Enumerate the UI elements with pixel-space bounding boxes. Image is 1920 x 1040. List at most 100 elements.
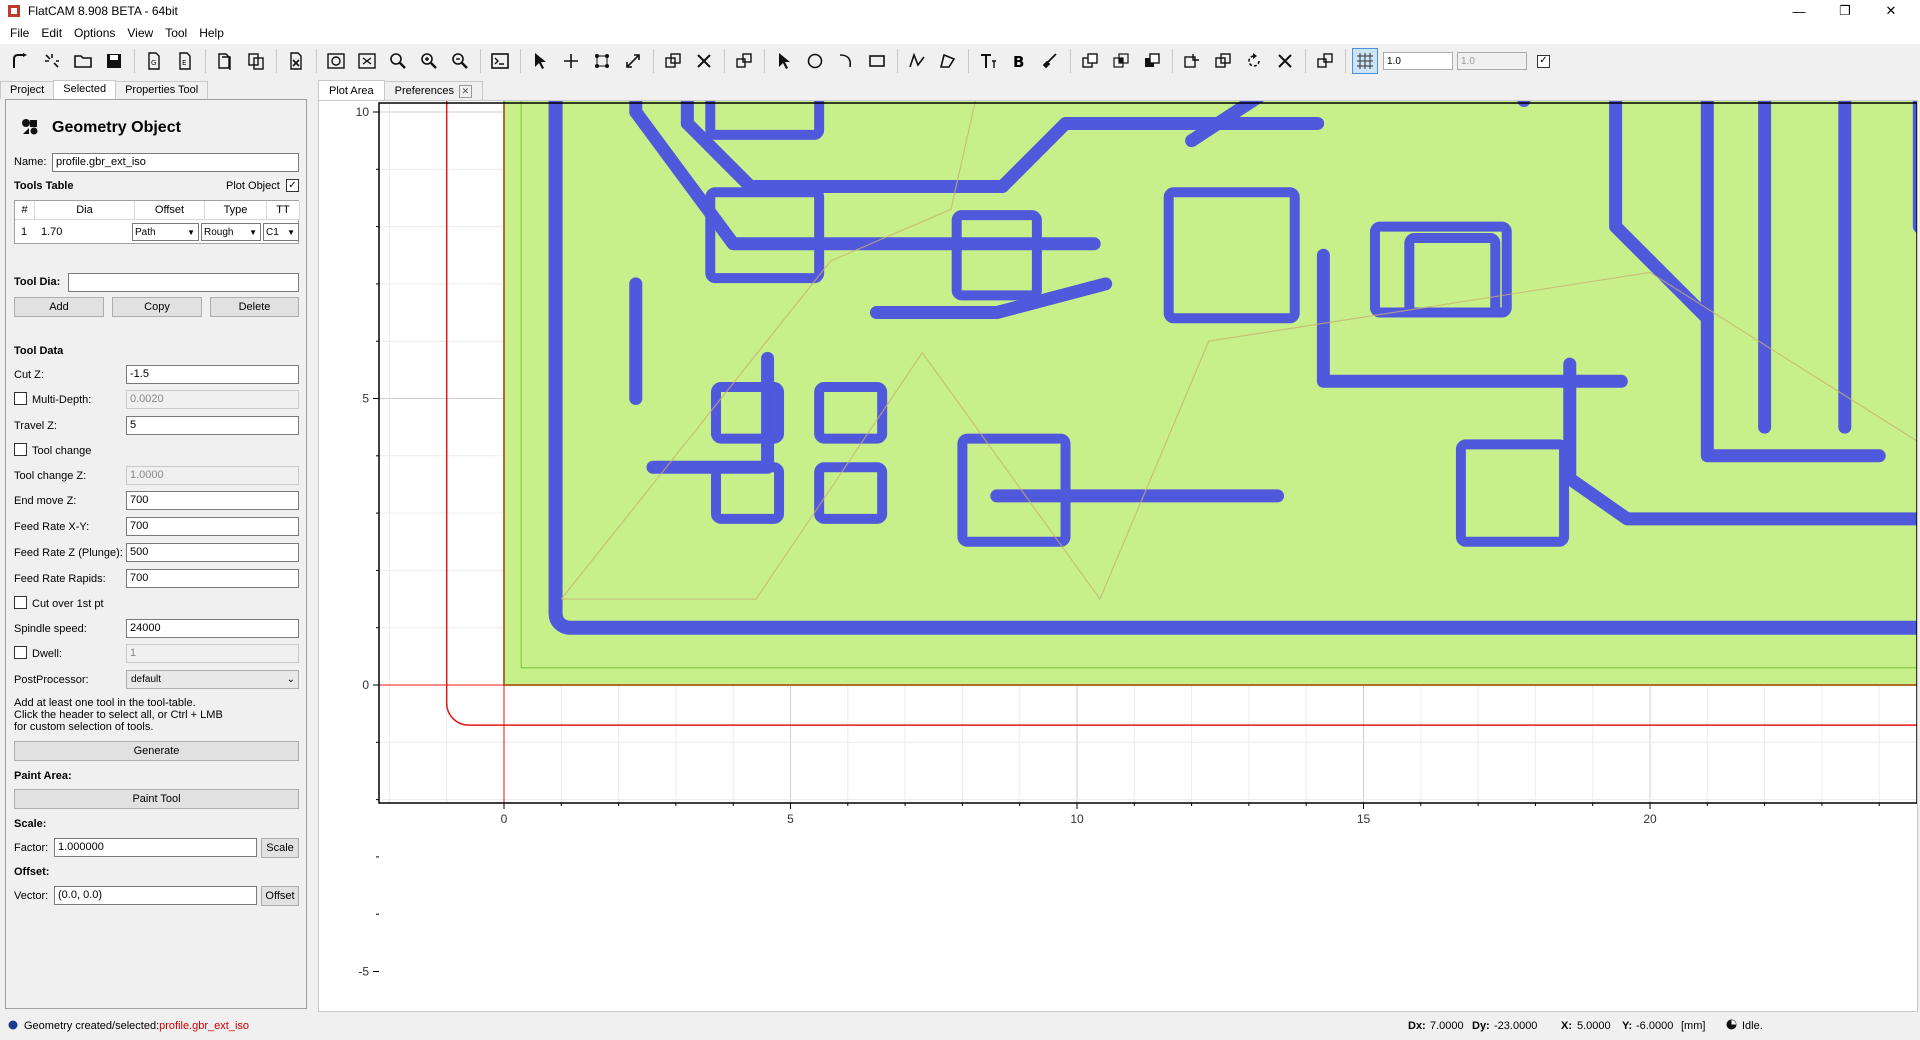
minimize-button[interactable]: —: [1776, 0, 1822, 22]
spindle-input[interactable]: 24000: [126, 619, 299, 638]
resize-icon[interactable]: [620, 48, 646, 74]
clear-plot-icon[interactable]: [354, 48, 380, 74]
plot-svg[interactable]: 051015202530354045 2520151050-5: [319, 101, 1917, 1011]
new-excellon-doc-icon[interactable]: E: [172, 48, 198, 74]
select-geo-icon[interactable]: [771, 48, 797, 74]
tool-dia-input[interactable]: [68, 273, 299, 292]
plot-object-checkbox[interactable]: ✓: [286, 179, 299, 192]
tab-selected[interactable]: Selected: [53, 80, 117, 99]
multi-depth-checkbox[interactable]: [14, 392, 27, 405]
add-tool-button[interactable]: Add: [14, 297, 104, 317]
cut-z-input[interactable]: -1.5: [126, 365, 299, 384]
feed-xy-input[interactable]: 700: [126, 517, 299, 536]
svg-text:G: G: [151, 59, 156, 67]
union-icon[interactable]: [1077, 48, 1103, 74]
cut-over-checkbox[interactable]: [14, 596, 27, 609]
menu-options[interactable]: Options: [68, 26, 121, 40]
offset-select[interactable]: Path ▼: [132, 223, 199, 241]
open-gerber-icon[interactable]: [8, 48, 34, 74]
zoom-in-icon[interactable]: [416, 48, 442, 74]
tab-plot-area[interactable]: Plot Area: [318, 80, 385, 100]
move-geo-icon[interactable]: [1312, 48, 1338, 74]
col-offset[interactable]: Offset: [135, 201, 205, 220]
plot-canvas[interactable]: 051015202530354045 2520151050-5: [318, 100, 1918, 1012]
save-icon[interactable]: [101, 48, 127, 74]
close-tab-icon[interactable]: ✕: [458, 84, 472, 98]
scale-button[interactable]: Scale: [261, 838, 299, 858]
grid-x-input[interactable]: [1383, 52, 1453, 70]
open-folder-icon[interactable]: [70, 48, 96, 74]
new-geometry-icon[interactable]: [39, 48, 65, 74]
rectangle-icon[interactable]: [864, 48, 890, 74]
path-icon[interactable]: [904, 48, 930, 74]
tab-preferences[interactable]: Preferences ✕: [383, 81, 483, 100]
circle-icon[interactable]: [802, 48, 828, 74]
move-drill-icon[interactable]: [731, 48, 757, 74]
travel-z-input[interactable]: 5: [126, 416, 299, 435]
type-select[interactable]: Rough ▼: [201, 223, 261, 241]
tab-properties-tool[interactable]: Properties Tool: [115, 81, 209, 99]
tool-change-label: Tool change: [32, 445, 92, 457]
delete-tool-button[interactable]: Delete: [210, 297, 299, 317]
col-dia[interactable]: Dia: [35, 201, 135, 220]
feed-z-input[interactable]: 500: [126, 543, 299, 562]
tab-project[interactable]: Project: [0, 81, 55, 99]
duplicate-icon[interactable]: [243, 48, 269, 74]
array-icon[interactable]: [589, 48, 615, 74]
generate-button[interactable]: Generate: [14, 741, 299, 761]
feed-rapid-input[interactable]: 700: [126, 569, 299, 588]
arc-icon[interactable]: [833, 48, 859, 74]
maximize-button[interactable]: ❐: [1822, 0, 1868, 22]
offset-button[interactable]: Offset: [261, 886, 299, 906]
intersection-icon[interactable]: [1108, 48, 1134, 74]
buffer-icon[interactable]: B: [1006, 48, 1032, 74]
text-icon[interactable]: [975, 48, 1001, 74]
copy-drill-icon[interactable]: [660, 48, 686, 74]
paint-icon[interactable]: [1037, 48, 1063, 74]
delete-object-icon[interactable]: [283, 48, 309, 74]
col-num[interactable]: #: [15, 201, 35, 220]
zoom-out-icon[interactable]: [447, 48, 473, 74]
copy-object-icon[interactable]: [212, 48, 238, 74]
end-move-z-input[interactable]: 700: [126, 491, 299, 510]
grid-lock-checkbox[interactable]: ✓: [1537, 54, 1550, 68]
replot-icon[interactable]: [323, 48, 349, 74]
tool-change-z-input[interactable]: 1.0000: [126, 466, 299, 485]
paint-tool-button[interactable]: Paint Tool: [14, 789, 299, 809]
tt-select[interactable]: C1 ▼: [263, 223, 299, 241]
snap-grid-icon[interactable]: [1352, 48, 1378, 74]
select-arrow-icon[interactable]: [527, 48, 553, 74]
menu-view[interactable]: View: [121, 26, 159, 40]
shell-icon[interactable]: [487, 48, 513, 74]
zoom-fit-icon[interactable]: [385, 48, 411, 74]
add-point-icon[interactable]: [558, 48, 584, 74]
delete-geo-icon[interactable]: [1272, 48, 1298, 74]
factor-input[interactable]: 1.000000: [54, 838, 257, 857]
subtraction-icon[interactable]: [1139, 48, 1165, 74]
menu-help[interactable]: Help: [193, 26, 230, 40]
dwell-checkbox[interactable]: [14, 646, 27, 659]
tool-change-checkbox[interactable]: [14, 443, 27, 456]
tools-table[interactable]: # Dia Offset Type TT 1 1.70 Path ▼ Rough ▼…: [14, 200, 300, 244]
menu-file[interactable]: File: [4, 26, 35, 40]
copy-tool-button[interactable]: Copy: [112, 297, 202, 317]
object-name-input[interactable]: profile.gbr_ext_iso: [52, 153, 299, 172]
close-window-button[interactable]: ✕: [1868, 0, 1914, 22]
delete-drill-icon[interactable]: [691, 48, 717, 74]
row-dia[interactable]: 1.70: [41, 221, 62, 243]
y-label: Y:: [1622, 1020, 1633, 1032]
postprocessor-select[interactable]: default ⌄: [126, 670, 299, 689]
col-tt[interactable]: TT: [267, 201, 300, 220]
dwell-input[interactable]: 1: [126, 644, 299, 663]
copy-geo-icon[interactable]: [1210, 48, 1236, 74]
col-type[interactable]: Type: [205, 201, 267, 220]
cut-icon[interactable]: [1179, 48, 1205, 74]
rotate-icon[interactable]: [1241, 48, 1267, 74]
grid-y-input[interactable]: [1457, 52, 1527, 70]
menu-tool[interactable]: Tool: [159, 26, 193, 40]
polygon-icon[interactable]: [935, 48, 961, 74]
menu-edit[interactable]: Edit: [35, 26, 68, 40]
multi-depth-input[interactable]: 0.0020: [126, 390, 299, 409]
vector-input[interactable]: (0.0, 0.0): [54, 886, 257, 905]
new-gerber-doc-icon[interactable]: G: [141, 48, 167, 74]
